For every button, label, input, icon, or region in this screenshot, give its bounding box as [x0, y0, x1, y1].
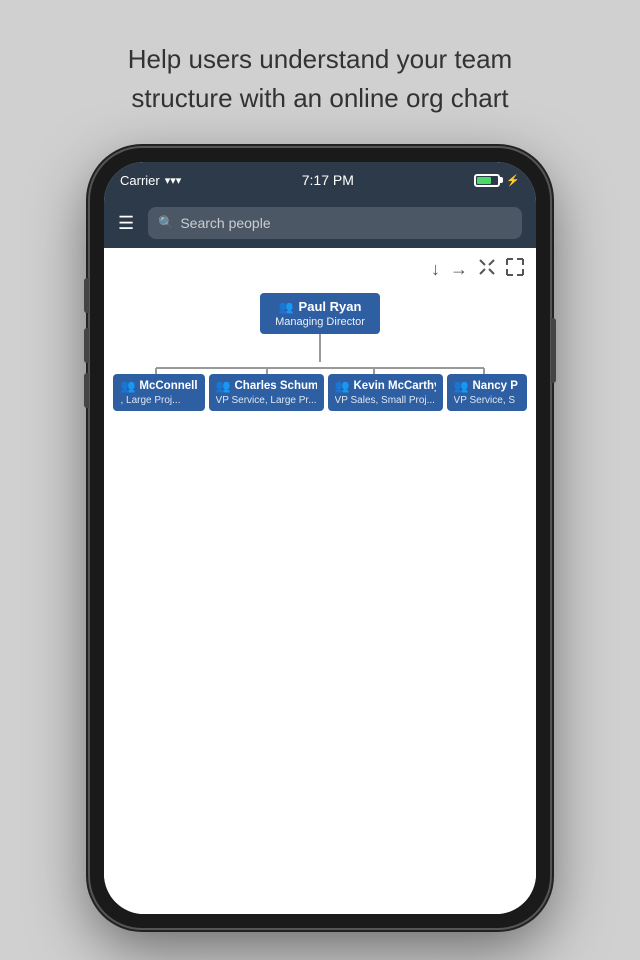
carrier-area: Carrier ▾▾▾ [120, 173, 181, 188]
child-mcconnell-wrapper: 👥 McConnell , Large Proj... [113, 374, 204, 411]
child-nancy-name: 👥 Nancy P [454, 379, 520, 393]
child-nancy-title: VP Service, S [454, 395, 520, 406]
child-nancy[interactable]: 👥 Nancy P VP Service, S [447, 374, 527, 411]
root-v-connector [319, 334, 321, 362]
child-schumer-icon: 👥 [216, 379, 231, 393]
status-bar: Carrier ▾▾▾ 7:17 PM ⚡ [104, 162, 536, 198]
chart-toolbar: ↓ → [431, 258, 524, 281]
child-mccarthy[interactable]: 👥 Kevin McCarthy VP Sales, Small Proj... [328, 374, 443, 411]
child-mcconnell-icon: 👥 [120, 379, 135, 393]
status-right: ⚡ [474, 174, 520, 187]
battery-icon [474, 174, 500, 187]
nav-bar: ☰ 🔍 Search people [104, 198, 536, 248]
child-mccarthy-title: VP Sales, Small Proj... [335, 395, 436, 406]
root-node-wrapper: 👥 Paul Ryan Managing Director [104, 293, 536, 334]
child-mcconnell-title: , Large Proj... [120, 395, 197, 406]
tagline-line2: structure with an online org chart [131, 83, 508, 113]
child-mccarthy-icon: 👥 [335, 379, 350, 393]
tagline-line1: Help users understand your team [128, 44, 512, 74]
collapse-right-icon[interactable]: → [450, 259, 468, 280]
h-connector-svg [104, 362, 536, 374]
child-schumer-wrapper: 👥 Charles Schumer VP Service, Large Pr..… [209, 374, 324, 411]
child-schumer-name: 👥 Charles Schumer [216, 379, 317, 393]
child-mcconnell-name: 👥 McConnell [120, 379, 197, 393]
root-node-title: Managing Director [270, 316, 370, 328]
charging-icon: ⚡ [506, 174, 520, 187]
child-mcconnell[interactable]: 👥 McConnell , Large Proj... [113, 374, 204, 411]
search-bar[interactable]: 🔍 Search people [148, 207, 522, 239]
org-chart-area: ↓ → [104, 248, 536, 914]
search-icon: 🔍 [158, 215, 174, 231]
collapse-all-icon[interactable] [478, 258, 496, 281]
carrier-text: Carrier [120, 173, 160, 188]
root-node-name: 👥 Paul Ryan [270, 299, 370, 314]
phone-frame: Carrier ▾▾▾ 7:17 PM ⚡ ☰ 🔍 Search people [90, 148, 550, 928]
tagline: Help users understand your team structur… [68, 40, 572, 118]
child-schumer-title: VP Service, Large Pr... [216, 395, 317, 406]
child-nancy-wrapper: 👥 Nancy P VP Service, S [447, 374, 527, 411]
root-node-icon: 👥 [279, 300, 294, 314]
collapse-down-icon[interactable]: ↓ [431, 259, 440, 280]
child-nancy-icon: 👥 [454, 379, 469, 393]
root-node[interactable]: 👥 Paul Ryan Managing Director [260, 293, 380, 334]
wifi-icon: ▾▾▾ [165, 174, 182, 187]
child-mccarthy-wrapper: 👥 Kevin McCarthy VP Sales, Small Proj... [328, 374, 443, 411]
phone-screen: Carrier ▾▾▾ 7:17 PM ⚡ ☰ 🔍 Search people [104, 162, 536, 914]
search-placeholder: Search people [180, 215, 270, 231]
children-row: 👥 McConnell , Large Proj... 👥 Charles Sc… [104, 374, 536, 411]
battery-fill [477, 177, 491, 184]
child-schumer[interactable]: 👥 Charles Schumer VP Service, Large Pr..… [209, 374, 324, 411]
child-mccarthy-name: 👥 Kevin McCarthy [335, 379, 436, 393]
hamburger-icon[interactable]: ☰ [118, 214, 134, 232]
status-time: 7:17 PM [302, 172, 354, 188]
org-chart: 👥 Paul Ryan Managing Director [104, 293, 536, 411]
expand-all-icon[interactable] [506, 258, 524, 281]
